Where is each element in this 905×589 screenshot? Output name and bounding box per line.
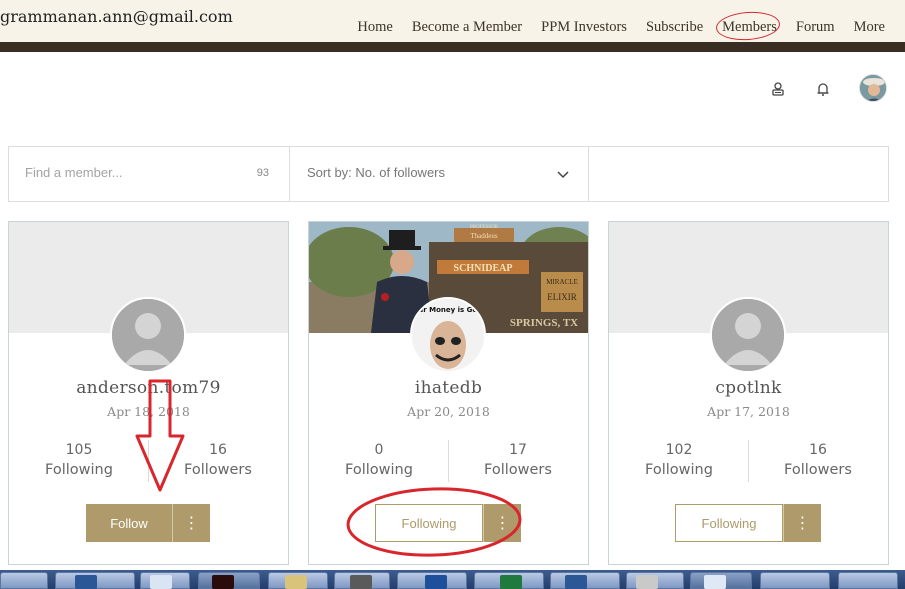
member-card: cpotlnk Apr 17, 2018 102 Following 16 Fo… bbox=[608, 221, 889, 565]
member-name[interactable]: ihatedb bbox=[309, 378, 588, 398]
sort-dropdown[interactable]: Sort by: No. of followers bbox=[290, 147, 589, 201]
profile-avatar[interactable] bbox=[859, 74, 887, 102]
following-stat[interactable]: 0 Following bbox=[309, 442, 449, 478]
nav-more[interactable]: More bbox=[854, 19, 885, 36]
cover-sign-text: PROFESSOR bbox=[470, 225, 499, 230]
more-options-icon[interactable]: ⋮ bbox=[783, 504, 821, 542]
nav-members-label: Members bbox=[722, 19, 777, 35]
card-actions: Follow ⋮ bbox=[86, 504, 210, 542]
avatar-caption: Your Money is Gone bbox=[412, 306, 484, 314]
app-icon bbox=[212, 575, 234, 589]
card-actions: Following ⋮ bbox=[375, 504, 521, 542]
window-icon bbox=[150, 575, 172, 589]
nav-forum[interactable]: Forum bbox=[796, 19, 835, 36]
join-date: Apr 18, 2018 bbox=[107, 404, 190, 419]
follow-button[interactable]: Follow bbox=[86, 504, 172, 542]
chevron-down-icon bbox=[557, 171, 569, 179]
sort-label: Sort by: No. of followers bbox=[307, 165, 445, 180]
nav-members[interactable]: Members bbox=[715, 9, 782, 43]
following-label: Following bbox=[45, 462, 113, 478]
followers-label: Followers bbox=[484, 462, 552, 478]
members-list-icon[interactable] bbox=[769, 80, 787, 98]
bell-icon[interactable] bbox=[814, 80, 832, 98]
app-icon bbox=[425, 575, 447, 589]
app-icon bbox=[636, 575, 658, 589]
member-filter-bar: 93 Sort by: No. of followers bbox=[8, 146, 889, 202]
member-avatar-placeholder[interactable] bbox=[710, 297, 786, 373]
following-count: 0 bbox=[374, 442, 384, 458]
member-card: SCHNIDEAP Thaddeus PROFESSOR MIRACLE ELI… bbox=[308, 221, 589, 565]
join-date: Apr 17, 2018 bbox=[707, 404, 790, 419]
followers-label: Followers bbox=[784, 462, 852, 478]
followers-stat[interactable]: 16 Followers bbox=[148, 442, 288, 478]
word-icon bbox=[75, 575, 97, 589]
word-icon bbox=[565, 575, 587, 589]
main-nav: Home Become a Member PPM Investors Subsc… bbox=[338, 9, 885, 43]
nav-home[interactable]: Home bbox=[357, 19, 392, 36]
cover-sign-text: MIRACLE bbox=[546, 278, 578, 286]
join-date: Apr 20, 2018 bbox=[407, 404, 490, 419]
app-icon bbox=[350, 575, 372, 589]
following-count: 105 bbox=[65, 442, 93, 458]
header-divider-bar bbox=[0, 42, 905, 52]
following-button[interactable]: Following bbox=[675, 504, 783, 542]
taskbar-button[interactable] bbox=[838, 572, 898, 589]
cover-sign-text: SCHNIDEAP bbox=[454, 263, 513, 274]
following-label: Following bbox=[645, 462, 713, 478]
member-card: anderson.tom79 Apr 18, 2018 105 Followin… bbox=[8, 221, 289, 565]
member-avatar[interactable]: Your Money is Gone bbox=[410, 297, 486, 373]
following-stat[interactable]: 102 Following bbox=[609, 442, 749, 478]
card-actions: Following ⋮ bbox=[675, 504, 821, 542]
following-count: 102 bbox=[665, 442, 693, 458]
nav-become-member[interactable]: Become a Member bbox=[412, 19, 522, 36]
following-label: Following bbox=[345, 462, 413, 478]
user-email: grammanan.ann@gmail.com bbox=[0, 7, 233, 26]
cover-sign-text: Thaddeus bbox=[470, 232, 497, 240]
nav-ppm-investors[interactable]: PPM Investors bbox=[541, 19, 627, 36]
window-icon bbox=[704, 575, 726, 589]
followers-count: 17 bbox=[509, 442, 527, 458]
search-box: 93 bbox=[9, 147, 290, 201]
member-name[interactable]: cpotlnk bbox=[609, 378, 888, 398]
cover-sign-text: ELIXIR bbox=[547, 292, 577, 302]
nav-subscribe[interactable]: Subscribe bbox=[646, 19, 703, 36]
followers-count: 16 bbox=[209, 442, 227, 458]
taskbar-button[interactable] bbox=[760, 572, 830, 589]
member-avatar-placeholder[interactable] bbox=[110, 297, 186, 373]
followers-label: Followers bbox=[184, 462, 252, 478]
excel-icon bbox=[500, 575, 522, 589]
following-stat[interactable]: 105 Following bbox=[9, 442, 149, 478]
cover-sign-text: SPRINGS, TX bbox=[510, 317, 578, 329]
followers-stat[interactable]: 16 Followers bbox=[748, 442, 888, 478]
more-options-icon[interactable]: ⋮ bbox=[483, 504, 521, 542]
taskbar-button[interactable] bbox=[0, 572, 48, 589]
member-count: 93 bbox=[256, 167, 269, 179]
filter-empty-cell bbox=[589, 147, 888, 201]
os-taskbar bbox=[0, 570, 905, 589]
more-options-icon[interactable]: ⋮ bbox=[172, 504, 210, 542]
site-header: grammanan.ann@gmail.com Home Become a Me… bbox=[0, 0, 905, 43]
search-input[interactable] bbox=[25, 165, 245, 180]
member-name[interactable]: anderson.tom79 bbox=[9, 378, 288, 398]
folder-icon bbox=[285, 575, 307, 589]
followers-count: 16 bbox=[809, 442, 827, 458]
following-button[interactable]: Following bbox=[375, 504, 483, 542]
followers-stat[interactable]: 17 Followers bbox=[448, 442, 588, 478]
